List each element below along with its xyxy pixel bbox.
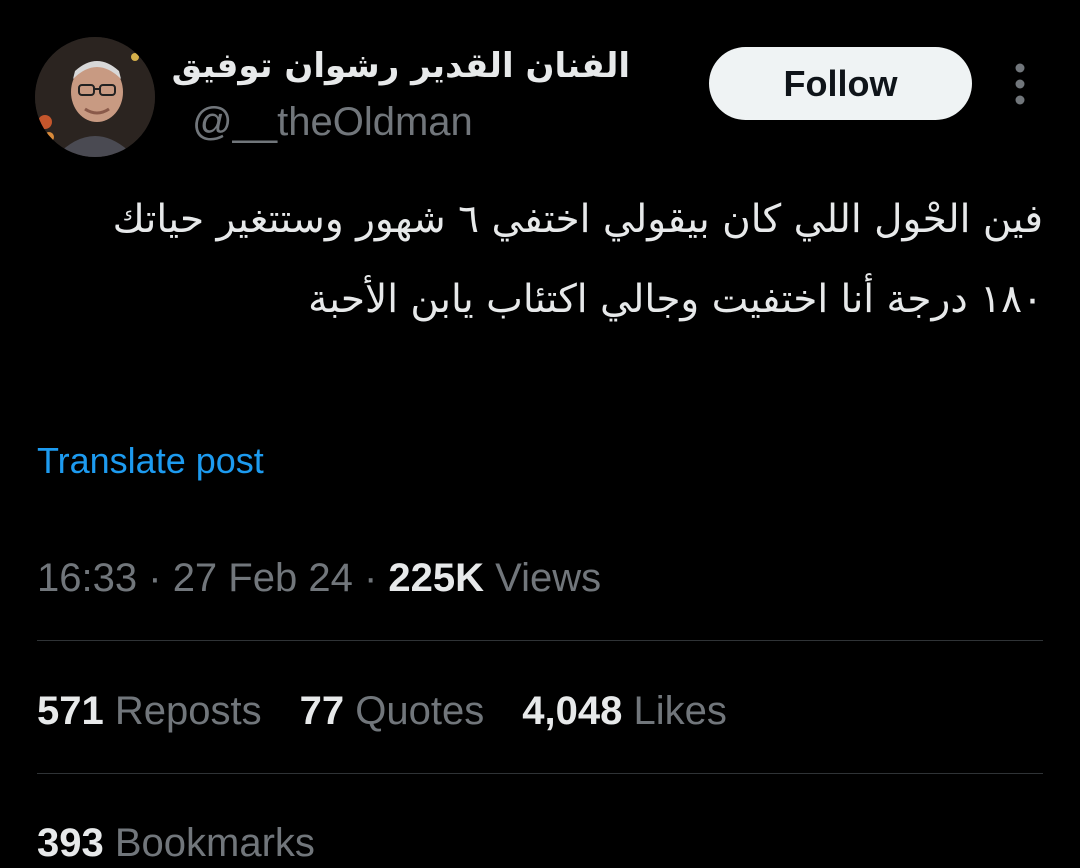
bookmarks-count: 393	[37, 821, 104, 865]
engagement-stats: 571 Reposts 77 Quotes 4,048 Likes	[37, 686, 727, 736]
tweet-date[interactable]: 27 Feb 24	[173, 556, 353, 600]
vertical-ellipsis-icon	[1015, 63, 1025, 105]
reposts-label: Reposts	[114, 689, 262, 733]
quotes-count: 77	[299, 689, 345, 733]
likes-stat[interactable]: 4,048 Likes	[522, 686, 727, 736]
author-display-name[interactable]: الفنان القدير رشوان توفيق	[172, 44, 630, 88]
bookmarks-stat[interactable]: 393 Bookmarks	[37, 818, 315, 868]
avatar[interactable]	[35, 37, 155, 157]
follow-button[interactable]: Follow	[709, 47, 972, 120]
likes-label: Likes	[633, 689, 727, 733]
quotes-stat[interactable]: 77 Quotes	[300, 686, 485, 736]
author-handle[interactable]: @__theOldman	[192, 98, 473, 146]
avatar-photo	[35, 37, 155, 157]
divider	[37, 640, 1043, 641]
likes-count: 4,048	[522, 689, 623, 733]
bookmarks-label: Bookmarks	[114, 821, 315, 865]
translate-post-link[interactable]: Translate post	[37, 437, 264, 485]
reposts-stat[interactable]: 571 Reposts	[37, 686, 262, 736]
meta-separator: ·	[363, 556, 378, 600]
meta-separator: ·	[148, 556, 162, 600]
divider	[37, 773, 1043, 774]
tweet-meta: 16:33 · 27 Feb 24 · 225K Views	[37, 553, 601, 603]
tweet-time[interactable]: 16:33	[37, 556, 137, 600]
reposts-count: 571	[37, 689, 104, 733]
more-options-button[interactable]	[1000, 60, 1040, 108]
tweet-text: فين الحْول اللي كان بيقولي اختفي ٦ شهور …	[112, 197, 1043, 322]
quotes-label: Quotes	[355, 689, 485, 733]
views-label: Views	[495, 556, 602, 600]
views-count: 225K	[388, 556, 485, 600]
